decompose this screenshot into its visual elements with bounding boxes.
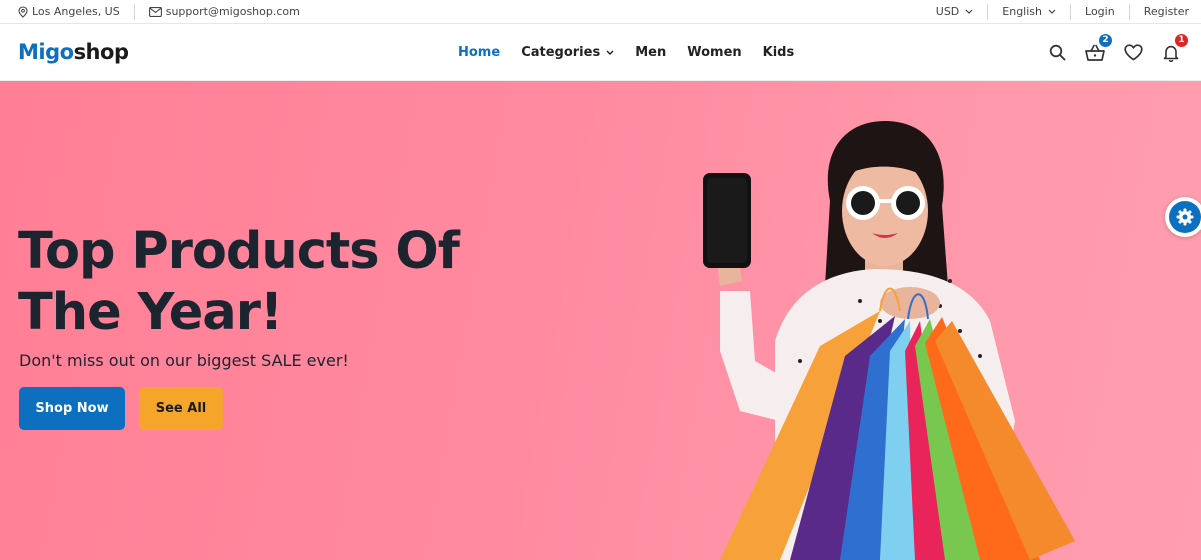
heart-icon — [1123, 44, 1143, 61]
register-link[interactable]: Register — [1130, 4, 1189, 20]
nav-item-women[interactable]: Women — [687, 45, 741, 60]
top-bar: Los Angeles, US support@migoshop.com USD… — [0, 0, 1201, 24]
main-nav: Home Categories Men Women Kids — [458, 24, 794, 81]
chevron-down-icon — [606, 50, 614, 55]
top-bar-left: Los Angeles, US support@migoshop.com — [18, 0, 314, 23]
cart-button[interactable]: 2 — [1085, 32, 1113, 63]
logo-part-1: Migo — [18, 40, 74, 64]
currency-value: USD — [935, 5, 960, 18]
mail-icon — [148, 6, 162, 17]
currency-select[interactable]: USD — [922, 4, 988, 20]
hero-model-image — [703, 121, 1075, 560]
search-icon — [1049, 44, 1065, 61]
login-text: Login — [1085, 5, 1115, 18]
notifications-button[interactable]: 1 — [1161, 32, 1189, 63]
nav-item-kids[interactable]: Kids — [763, 45, 795, 60]
map-pin-icon — [18, 5, 28, 18]
language-select[interactable]: English — [988, 4, 1070, 20]
gear-icon — [1176, 208, 1194, 226]
settings-button-inner — [1169, 201, 1201, 233]
wishlist-button[interactable] — [1123, 43, 1143, 63]
header-icons: 2 1 — [1047, 24, 1189, 81]
nav-item-men[interactable]: Men — [635, 45, 666, 60]
hero-title-line-2: The Year! — [18, 283, 283, 342]
location-info: Los Angeles, US — [18, 4, 134, 20]
hero-banner: Top Products Of The Year! Don't miss out… — [0, 81, 1201, 560]
main-header: Migoshop Home Categories Men Women Kids … — [0, 24, 1201, 81]
location-text: Los Angeles, US — [32, 5, 120, 18]
settings-button[interactable] — [1165, 197, 1201, 237]
logo-part-2: shop — [73, 40, 129, 64]
top-bar-right: USD English Login Register — [922, 0, 1189, 23]
search-button[interactable] — [1047, 43, 1067, 63]
nav-categories-label: Categories — [521, 45, 601, 60]
register-text: Register — [1143, 5, 1189, 18]
site-logo[interactable]: Migoshop — [18, 40, 129, 64]
chevron-down-icon — [1048, 9, 1056, 14]
hero-title: Top Products Of The Year! — [18, 221, 538, 343]
email-text: support@migoshop.com — [165, 5, 300, 18]
hero-subtitle: Don't miss out on our biggest SALE ever! — [19, 351, 349, 370]
shop-now-button[interactable]: Shop Now — [19, 387, 125, 430]
hero-title-line-1: Top Products Of — [18, 222, 460, 281]
chevron-down-icon — [965, 9, 973, 14]
notification-count-badge: 1 — [1174, 32, 1189, 48]
nav-item-home[interactable]: Home — [458, 45, 500, 60]
language-value: English — [1002, 5, 1043, 18]
login-link[interactable]: Login — [1071, 4, 1129, 20]
cart-count-badge: 2 — [1098, 32, 1113, 48]
see-all-button[interactable]: See All — [139, 387, 223, 430]
nav-item-categories[interactable]: Categories — [521, 45, 614, 60]
email-link[interactable]: support@migoshop.com — [135, 4, 314, 20]
